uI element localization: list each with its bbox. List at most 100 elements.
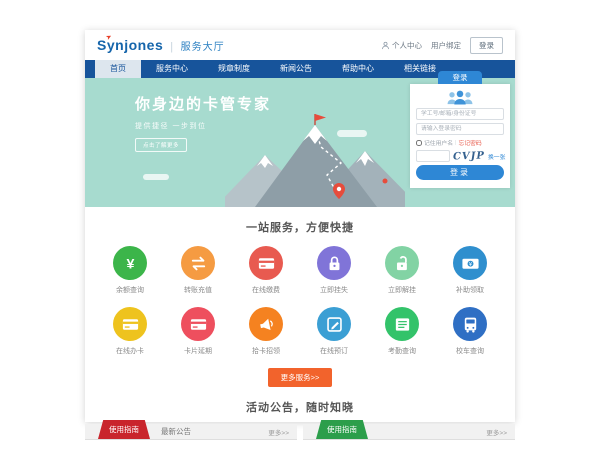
nav-item-help-center[interactable]: 帮助中心 <box>327 60 389 78</box>
service-item-attendance[interactable]: 考勤查询 <box>368 307 436 356</box>
service-label: 考勤查询 <box>388 346 416 356</box>
flag-icon <box>315 114 326 121</box>
password-input[interactable] <box>416 123 504 135</box>
banner-subtitle: 提供捷径 一步到位 <box>135 121 271 131</box>
announcement-panels: 使用指南 最新公告 更多>> 使用指南 更多>> <box>85 424 515 450</box>
service-item-card-renewal[interactable]: 卡片延期 <box>164 307 232 356</box>
announcement-panel-left: 使用指南 最新公告 更多>> <box>85 424 297 450</box>
more-services-button[interactable]: 更多服务>> <box>268 368 333 387</box>
remember-checkbox[interactable] <box>416 140 422 146</box>
service-label: 立即挂失 <box>320 285 348 295</box>
service-label: 校车查询 <box>456 346 484 356</box>
service-label: 补助领取 <box>456 285 484 295</box>
logo[interactable]: Synjones | 服务大厅 <box>97 37 225 53</box>
service-item-balance[interactable]: ¥ 余额查询 <box>96 246 164 295</box>
service-circle[interactable] <box>317 246 351 280</box>
left-panel-body <box>85 440 297 450</box>
captcha-row: CVJP 换一张 <box>416 150 504 162</box>
user-binding-label: 用户绑定 <box>431 40 461 51</box>
service-circle[interactable] <box>453 307 487 341</box>
service-circle[interactable] <box>113 307 147 341</box>
tab-latest-announcements[interactable]: 最新公告 <box>161 426 191 437</box>
service-circle[interactable]: ¥ <box>453 246 487 280</box>
service-circle[interactable] <box>385 246 419 280</box>
right-panel-more-link[interactable]: 更多>> <box>486 427 507 437</box>
user-binding-link[interactable]: 用户绑定 <box>431 40 461 51</box>
nav-item-rules[interactable]: 规章制度 <box>203 60 265 78</box>
header: Synjones | 服务大厅 个人中心 用户绑定 登录 <box>85 30 515 60</box>
service-item-reservation[interactable]: 在线预订 <box>300 307 368 356</box>
service-item-transfer[interactable]: 转账充值 <box>164 246 232 295</box>
transfer-arrows-icon <box>189 254 208 273</box>
logo-divider: | <box>170 41 173 53</box>
nav-item-service-center[interactable]: 服务中心 <box>141 60 203 78</box>
credit-card-icon <box>257 254 276 273</box>
lock-icon <box>325 254 344 273</box>
service-circle[interactable] <box>385 307 419 341</box>
service-item-apply-card[interactable]: 在线办卡 <box>96 307 164 356</box>
logo-text-suffix: njones <box>115 37 163 53</box>
person-icon <box>381 41 390 50</box>
header-login-button[interactable]: 登录 <box>470 37 503 54</box>
login-panel: 登录 记住用户名 | 忘记密码 <box>410 84 510 188</box>
personal-center-label: 个人中心 <box>392 40 422 51</box>
logo-text-prefix: S <box>97 37 107 53</box>
service-item-release-loss[interactable]: 立即解挂 <box>368 246 436 295</box>
service-item-payment[interactable]: 在线缴费 <box>232 246 300 295</box>
bus-icon <box>461 315 480 334</box>
service-label: 转账充值 <box>184 285 212 295</box>
yen-icon: ¥ <box>121 254 140 273</box>
captcha-refresh-link[interactable]: 换一张 <box>488 152 505 161</box>
card-icon <box>189 315 208 334</box>
tab-usage-guide-right[interactable]: 使用指南 <box>316 420 368 439</box>
banner-text: 你身边的卡管专家 提供捷径 一步到位 点击了解更多 <box>135 93 271 152</box>
right-panel-body <box>303 440 515 450</box>
service-label: 余额查询 <box>116 285 144 295</box>
service-item-school-bus[interactable]: 校车查询 <box>436 307 504 356</box>
services-grid: ¥ 余额查询 转账充值 <box>96 246 504 356</box>
username-input[interactable] <box>416 108 504 120</box>
location-dot-icon <box>383 179 388 184</box>
personal-center-link[interactable]: 个人中心 <box>381 40 422 51</box>
service-circle[interactable] <box>181 246 215 280</box>
nav-item-news[interactable]: 新闻公告 <box>265 60 327 78</box>
service-item-lost-found[interactable]: 拾卡招领 <box>232 307 300 356</box>
attendance-icon <box>393 315 412 334</box>
portal-page: Synjones | 服务大厅 个人中心 用户绑定 登录 <box>85 30 515 422</box>
forgot-password-link[interactable]: 忘记密码 <box>459 138 482 147</box>
service-label: 在线办卡 <box>116 346 144 356</box>
nav-item-home[interactable]: 首页 <box>95 60 141 78</box>
service-label: 在线预订 <box>320 346 348 356</box>
captcha-image[interactable]: CVJP <box>453 150 485 162</box>
login-submit-button[interactable]: 登录 <box>416 165 504 180</box>
unlock-icon <box>393 254 412 273</box>
banner-headline: 你身边的卡管专家 <box>135 93 271 114</box>
service-circle[interactable] <box>181 307 215 341</box>
card-icon <box>121 315 140 334</box>
announcement-panel-right: 使用指南 更多>> <box>303 424 515 450</box>
banner-cta-button[interactable]: 点击了解更多 <box>135 138 187 152</box>
service-circle[interactable] <box>249 246 283 280</box>
captcha-input[interactable] <box>416 150 450 162</box>
svg-text:¥: ¥ <box>126 256 134 272</box>
login-options-row: 记住用户名 | 忘记密码 <box>416 138 504 147</box>
service-circle[interactable] <box>317 307 351 341</box>
page-background: Synjones | 服务大厅 个人中心 用户绑定 登录 <box>0 0 600 450</box>
service-item-subsidy[interactable]: ¥ 补助领取 <box>436 246 504 295</box>
header-right: 个人中心 用户绑定 登录 <box>381 37 503 54</box>
megaphone-icon <box>257 315 276 334</box>
service-circle[interactable]: ¥ <box>113 246 147 280</box>
site-name: 服务大厅 <box>181 38 225 53</box>
users-icon <box>441 89 479 105</box>
tab-usage-guide[interactable]: 使用指南 <box>98 420 150 439</box>
service-circle[interactable] <box>249 307 283 341</box>
hero-banner: 你身边的卡管专家 提供捷径 一步到位 点击了解更多 <box>85 78 515 207</box>
login-tab[interactable]: 登录 <box>438 71 482 84</box>
remember-label: 记住用户名 <box>424 138 453 147</box>
banknote-icon: ¥ <box>461 254 480 273</box>
left-panel-more-link[interactable]: 更多>> <box>268 427 289 437</box>
cloud-icon <box>143 174 169 180</box>
service-item-report-loss[interactable]: 立即挂失 <box>300 246 368 295</box>
service-label: 卡片延期 <box>184 346 212 356</box>
left-panel-tabbar: 使用指南 最新公告 更多>> <box>85 424 297 440</box>
